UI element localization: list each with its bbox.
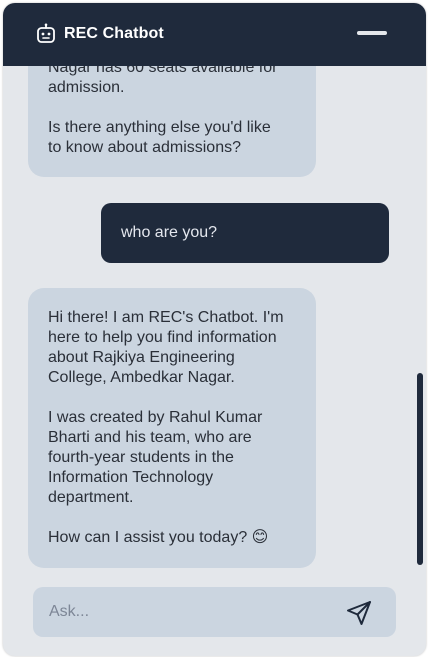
- bot-message: Hi there! I am REC's Chatbot. I'm here t…: [28, 288, 316, 568]
- user-message: who are you?: [101, 203, 389, 263]
- message-list[interactable]: Nagar has 60 seats available for admissi…: [3, 66, 426, 583]
- send-icon[interactable]: [345, 599, 373, 627]
- chat-input-bar: [33, 587, 396, 637]
- menu-icon: [357, 31, 387, 35]
- scrollbar-thumb[interactable]: [417, 373, 423, 565]
- chatbot-widget: REC Chatbot Nagar has 60 seats available…: [3, 3, 426, 656]
- bot-message: Nagar has 60 seats available for admissi…: [28, 66, 316, 177]
- chat-title: REC Chatbot: [64, 25, 164, 42]
- chat-header: REC Chatbot: [3, 3, 426, 66]
- menu-button[interactable]: [355, 25, 389, 41]
- robot-icon: [37, 23, 55, 43]
- chat-input[interactable]: [33, 587, 333, 637]
